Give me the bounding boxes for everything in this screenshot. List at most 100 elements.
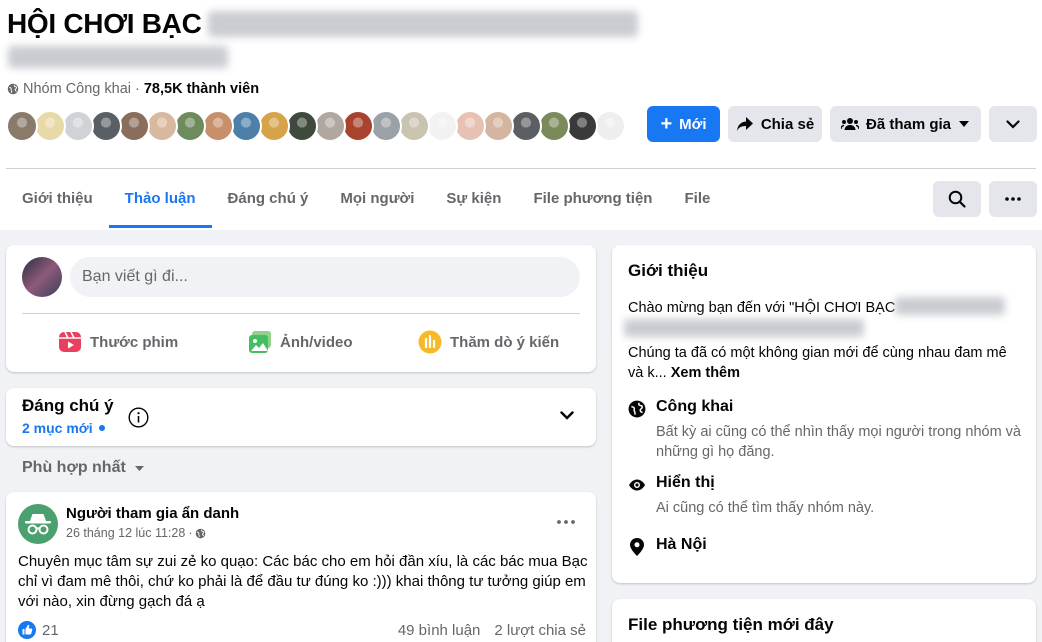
group-meta: Nhóm Công khai · 78,5K thành viên: [7, 81, 259, 97]
photo-icon: [249, 331, 271, 353]
member-avatar[interactable]: [538, 110, 570, 142]
featured-card[interactable]: Đáng chú ý 2 mục mới: [6, 388, 596, 446]
member-avatar[interactable]: [370, 110, 402, 142]
eye-icon: [629, 479, 645, 491]
member-avatar[interactable]: [174, 110, 206, 142]
member-avatar[interactable]: [202, 110, 234, 142]
member-avatar[interactable]: [342, 110, 374, 142]
info-icon[interactable]: [128, 407, 149, 428]
photo-video-button[interactable]: Ảnh/video: [248, 327, 353, 357]
redacted-name: [207, 11, 638, 37]
member-avatar[interactable]: [146, 110, 178, 142]
share-count[interactable]: 2 lượt chia sẻ: [494, 622, 586, 639]
location-pin-icon: [630, 538, 644, 556]
about-title: Giới thiệu: [628, 261, 709, 280]
tab-events[interactable]: Sự kiện: [430, 170, 517, 228]
tab-about[interactable]: Giới thiệu: [6, 170, 109, 228]
member-avatar[interactable]: [482, 110, 514, 142]
recent-media-card: File phương tiện mới đây: [612, 599, 1036, 642]
tab-people[interactable]: Mọi người: [324, 170, 430, 228]
photo-label: Ảnh/video: [280, 333, 353, 351]
featured-new-items: 2 mục mới: [22, 420, 105, 436]
user-avatar[interactable]: [22, 257, 62, 297]
globe-icon: [196, 528, 206, 538]
reel-button[interactable]: Thước phim: [58, 327, 178, 357]
members-icon: [840, 118, 859, 130]
welcome-label: Chào mừng bạn đến với "HỘI CHƠI BẠC: [628, 300, 896, 316]
member-avatar[interactable]: [566, 110, 598, 142]
plus-icon: +: [660, 113, 673, 135]
member-avatar[interactable]: [62, 110, 94, 142]
member-avatar[interactable]: [118, 110, 150, 142]
member-avatar[interactable]: [594, 110, 626, 142]
reel-label: Thước phim: [90, 333, 179, 351]
redacted-welcome: [895, 297, 1006, 315]
featured-title: Đáng chú ý: [22, 396, 114, 415]
post-time-text[interactable]: 26 tháng 12 lúc 11:28: [66, 526, 185, 540]
more-button[interactable]: [989, 181, 1037, 217]
member-avatar[interactable]: [454, 110, 486, 142]
post-card: Người tham gia ẩn danh 26 tháng 12 lúc 1…: [6, 492, 596, 642]
post-body: Chuyên mục tâm sự zui zẻ ko quạo: Các bá…: [18, 553, 588, 610]
time-separator: ·: [188, 526, 193, 540]
tab-files[interactable]: File: [668, 170, 726, 228]
like-icon[interactable]: [18, 621, 36, 639]
new-post-button[interactable]: + Mới: [647, 106, 720, 142]
meta-separator: ·: [135, 81, 140, 97]
member-avatar[interactable]: [258, 110, 290, 142]
tab-featured[interactable]: Đáng chú ý: [212, 170, 325, 228]
member-avatar[interactable]: [34, 110, 66, 142]
about-card: Giới thiệu Chào mừng bạn đến với "HỘI CH…: [612, 245, 1036, 583]
reaction-count[interactable]: 21: [42, 622, 59, 639]
member-count[interactable]: 78,5K thành viên: [144, 81, 259, 97]
member-avatar[interactable]: [6, 110, 38, 142]
share-button[interactable]: Chia sẻ: [728, 106, 822, 142]
poll-button[interactable]: Thăm dò ý kiến: [418, 327, 559, 357]
joined-button[interactable]: Đã tham gia: [830, 106, 981, 142]
redacted-name-line2: [8, 46, 228, 68]
welcome-text: Chào mừng bạn đến với "HỘI CHƠI BẠC: [628, 297, 1028, 318]
member-avatars[interactable]: [6, 110, 626, 142]
composer-input[interactable]: Bạn viết gì đi...: [70, 257, 580, 297]
post-timestamp: 26 tháng 12 lúc 11:28 ·: [66, 526, 206, 540]
info-visible: Hiển thị Ai cũng có thể tìm thấy nhóm nà…: [628, 474, 1028, 518]
visible-title: Hiển thị: [656, 474, 715, 491]
member-avatar[interactable]: [510, 110, 542, 142]
group-description: Chúng ta đã có một không gian mới để cùn…: [628, 343, 1018, 383]
composer-divider: [22, 313, 580, 314]
member-avatar[interactable]: [426, 110, 458, 142]
privacy-label[interactable]: Nhóm Công khai: [23, 81, 131, 97]
post-author[interactable]: Người tham gia ẩn danh: [66, 505, 239, 522]
redacted-welcome-line2: [624, 319, 864, 337]
more-options-button[interactable]: [989, 106, 1037, 142]
group-header: HỘI CHƠI BẠC Nhóm Công khai · 78,5K thàn…: [0, 0, 1042, 230]
see-more-link[interactable]: Xem thêm: [671, 365, 740, 381]
member-avatar[interactable]: [230, 110, 262, 142]
member-avatar[interactable]: [90, 110, 122, 142]
location-label[interactable]: Hà Nội: [656, 536, 707, 554]
group-title[interactable]: HỘI CHƠI BẠC: [7, 8, 638, 40]
post-stats: 21 49 bình luận 2 lượt chia sẻ: [18, 620, 586, 640]
tab-discussion[interactable]: Thảo luận: [108, 170, 212, 228]
chevron-down-icon: [1006, 119, 1020, 129]
sort-selector[interactable]: Phù hợp nhất: [22, 459, 145, 477]
caret-down-icon: [134, 465, 144, 471]
chevron-down-icon[interactable]: [560, 411, 574, 420]
public-desc: Bất kỳ ai cũng có thể nhìn thấy mọi ngườ…: [656, 424, 1021, 460]
member-avatar[interactable]: [398, 110, 430, 142]
anonymous-avatar[interactable]: [18, 504, 58, 544]
tab-media[interactable]: File phương tiện: [517, 170, 668, 228]
search-button[interactable]: [933, 181, 981, 217]
caret-down-icon: [959, 121, 970, 127]
comment-count[interactable]: 49 bình luận: [398, 622, 481, 639]
group-name[interactable]: HỘI CHƠI BẠC: [7, 8, 202, 39]
joined-label: Đã tham gia: [865, 115, 952, 133]
recent-media-title: File phương tiện mới đây: [628, 615, 834, 634]
unread-dot: [98, 425, 105, 431]
visible-desc: Ai cũng có thể tìm thấy nhóm này.: [656, 500, 875, 516]
poll-label: Thăm dò ý kiến: [450, 333, 560, 351]
post-more-icon[interactable]: [557, 520, 575, 524]
sort-label: Phù hợp nhất: [22, 459, 126, 476]
member-avatar[interactable]: [286, 110, 318, 142]
member-avatar[interactable]: [314, 110, 346, 142]
